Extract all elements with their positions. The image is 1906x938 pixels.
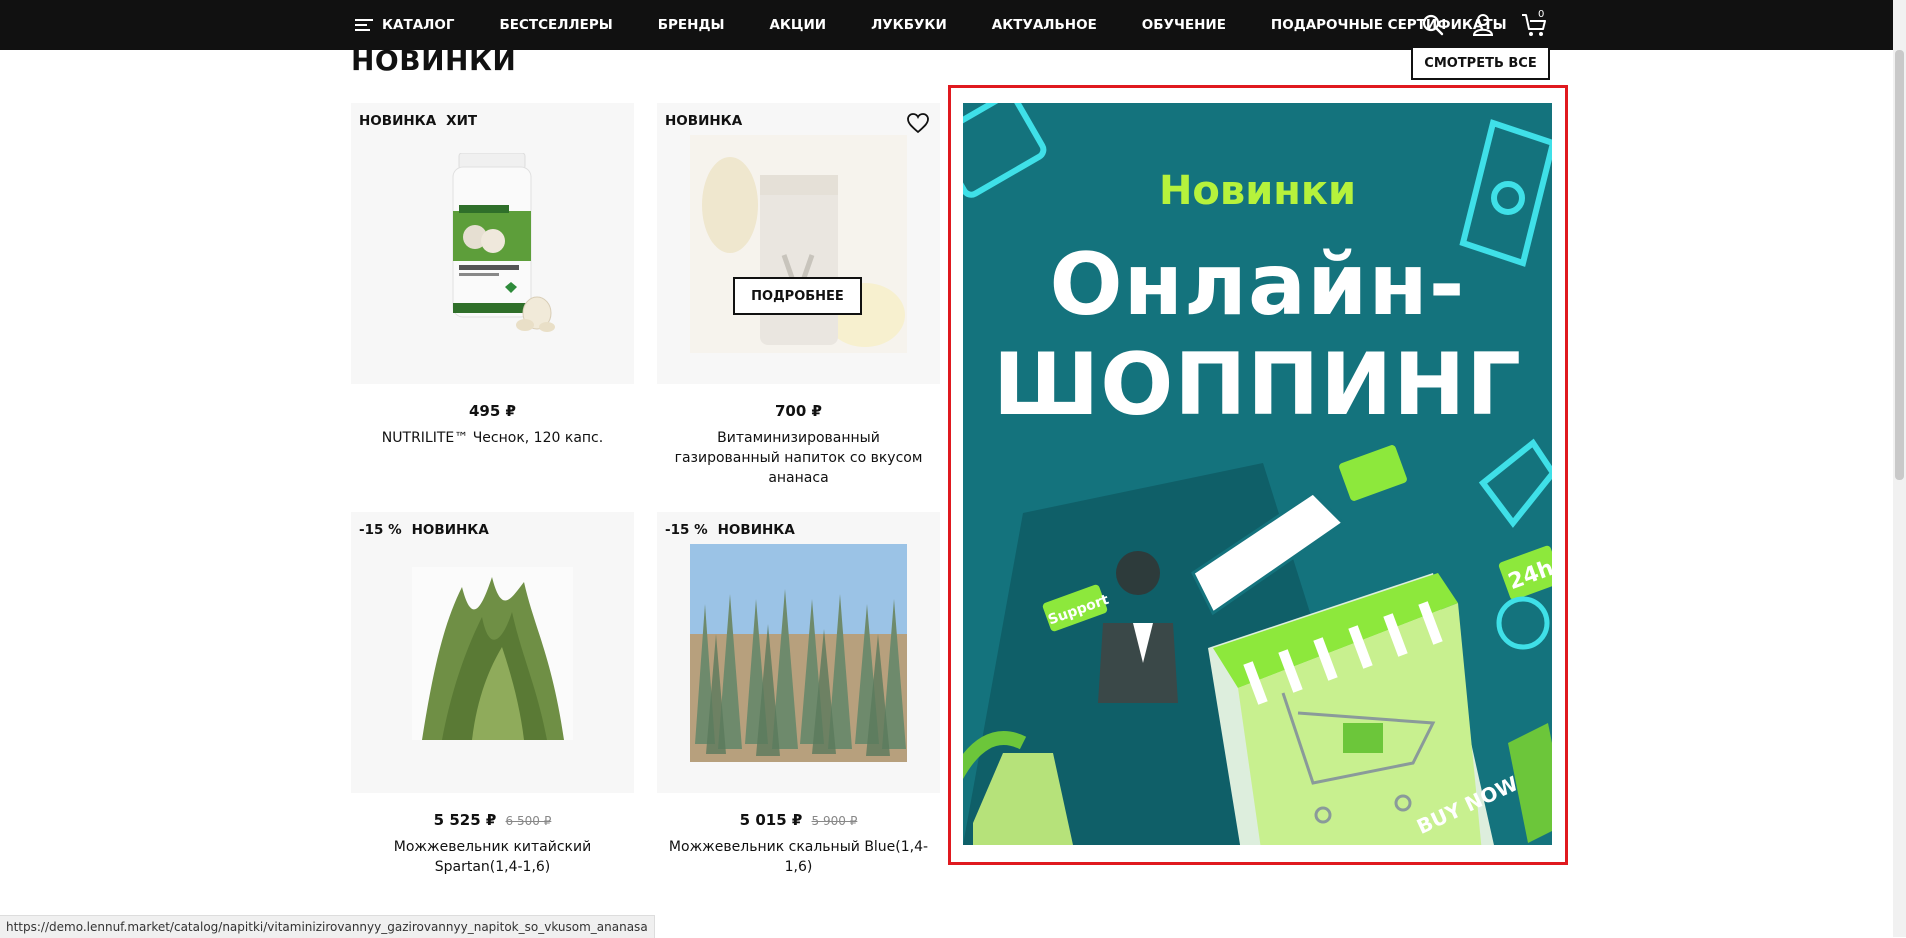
banner-headline: Онлайн- ШОППИНГ	[963, 235, 1552, 435]
product-price: 5 525 ₽ 6 500 ₽	[351, 811, 634, 829]
browser-status-url: https://demo.lennuf.market/catalog/napit…	[0, 915, 655, 938]
product-badges: -15 % НОВИНКА	[665, 522, 795, 538]
product-badges: -15 % НОВИНКА	[359, 522, 489, 538]
product-image-area[interactable]: НОВИНКА ПОДРОБНЕЕ	[657, 103, 940, 384]
juniper-nursery-image	[690, 544, 907, 762]
menu-icon	[355, 16, 373, 34]
current-price: 5 015 ₽	[739, 811, 803, 829]
product-name[interactable]: NUTRILITE™ Чеснок, 120 капс.	[351, 428, 634, 448]
product-name[interactable]: Можжевельник китайский Spartan(1,4-1,6)	[351, 837, 634, 877]
heart-icon[interactable]	[906, 111, 930, 135]
details-button[interactable]: ПОДРОБНЕЕ	[733, 277, 862, 315]
current-price: 5 525 ₽	[433, 811, 497, 829]
online-shopping-illustration	[963, 103, 1552, 845]
promo-banner[interactable]: Новинки Онлайн- ШОППИНГ Support 24h BUY …	[963, 103, 1552, 845]
nav-brands[interactable]: БРЕНДЫ	[658, 17, 725, 33]
old-price: 6 500 ₽	[505, 814, 552, 828]
nav-promotions[interactable]: АКЦИИ	[769, 17, 826, 33]
product-card[interactable]: -15 % НОВИНКА 5 015 ₽ 5 900 ₽ Можжевельн…	[657, 512, 940, 877]
product-image-area[interactable]: -15 % НОВИНКА	[657, 512, 940, 793]
see-all-button[interactable]: СМОТРЕТЬ ВСЕ	[1411, 46, 1550, 80]
product-card[interactable]: -15 % НОВИНКА 5 525 ₽ 6 500 ₽ Можжевельн…	[351, 512, 634, 877]
garlic-supplement-image	[452, 153, 555, 332]
user-icon[interactable]	[1470, 12, 1496, 38]
badge-discount: -15 %	[359, 522, 402, 538]
search-icon[interactable]	[1420, 12, 1446, 38]
cart-count-badge: 0	[1538, 9, 1545, 20]
nav-bestsellers[interactable]: БЕСТСЕЛЛЕРЫ	[499, 17, 612, 33]
nav-education[interactable]: ОБУЧЕНИЕ	[1142, 17, 1226, 33]
product-name[interactable]: Можжевельник скальный Blue(1,4-1,6)	[657, 837, 940, 877]
nav-catalog-label: КАТАЛОГ	[382, 17, 455, 33]
product-badges: НОВИНКА ХИТ	[359, 113, 477, 129]
current-price: 700 ₽	[775, 402, 822, 420]
top-navigation-bar: КАТАЛОГ БЕСТСЕЛЛЕРЫ БРЕНДЫ АКЦИИ ЛУКБУКИ…	[0, 0, 1906, 50]
product-name[interactable]: Витаминизированный газированный напиток …	[657, 428, 940, 488]
badge-new: НОВИНКА	[665, 113, 743, 129]
cart-icon[interactable]: 0	[1520, 9, 1546, 38]
badge-new: НОВИНКА	[411, 522, 489, 538]
product-image-area[interactable]: НОВИНКА ХИТ	[351, 103, 634, 384]
badge-new: НОВИНКА	[359, 113, 437, 129]
badge-discount: -15 %	[665, 522, 708, 538]
banner-headline-line1: Онлайн-	[1049, 235, 1466, 335]
pineapple-drink-image	[690, 135, 907, 353]
badge-new: НОВИНКА	[717, 522, 795, 538]
banner-headline-line2: ШОППИНГ	[992, 335, 1523, 435]
nav-lookbooks[interactable]: ЛУКБУКИ	[871, 17, 947, 33]
nav-catalog[interactable]: КАТАЛОГ	[355, 16, 454, 34]
banner-kicker: Новинки	[1158, 168, 1357, 214]
product-price: 700 ₽	[657, 402, 940, 420]
product-card[interactable]: НОВИНКА ХИТ 495 ₽ NUTRILITE™ Чеснок, 120…	[351, 103, 634, 448]
product-badges: НОВИНКА	[665, 113, 742, 129]
product-card[interactable]: НОВИНКА ПОДРОБНЕЕ 700 ₽ Витаминизированн…	[657, 103, 940, 488]
scrollbar-thumb[interactable]	[1895, 50, 1904, 480]
product-price: 5 015 ₽ 5 900 ₽	[657, 811, 940, 829]
juniper-shrub-image	[412, 567, 573, 740]
header-actions: 0	[1420, 9, 1570, 40]
product-price: 495 ₽	[351, 402, 634, 420]
section-title: НОВИНКИ	[351, 44, 517, 77]
current-price: 495 ₽	[469, 402, 516, 420]
badge-hit: ХИТ	[446, 113, 478, 129]
nav-trending[interactable]: АКТУАЛЬНОЕ	[992, 17, 1097, 33]
product-image-area[interactable]: -15 % НОВИНКА	[351, 512, 634, 793]
main-nav: КАТАЛОГ БЕСТСЕЛЛЕРЫ БРЕНДЫ АКЦИИ ЛУКБУКИ…	[355, 0, 1507, 50]
page-scrollbar[interactable]	[1893, 0, 1906, 937]
old-price: 5 900 ₽	[811, 814, 858, 828]
